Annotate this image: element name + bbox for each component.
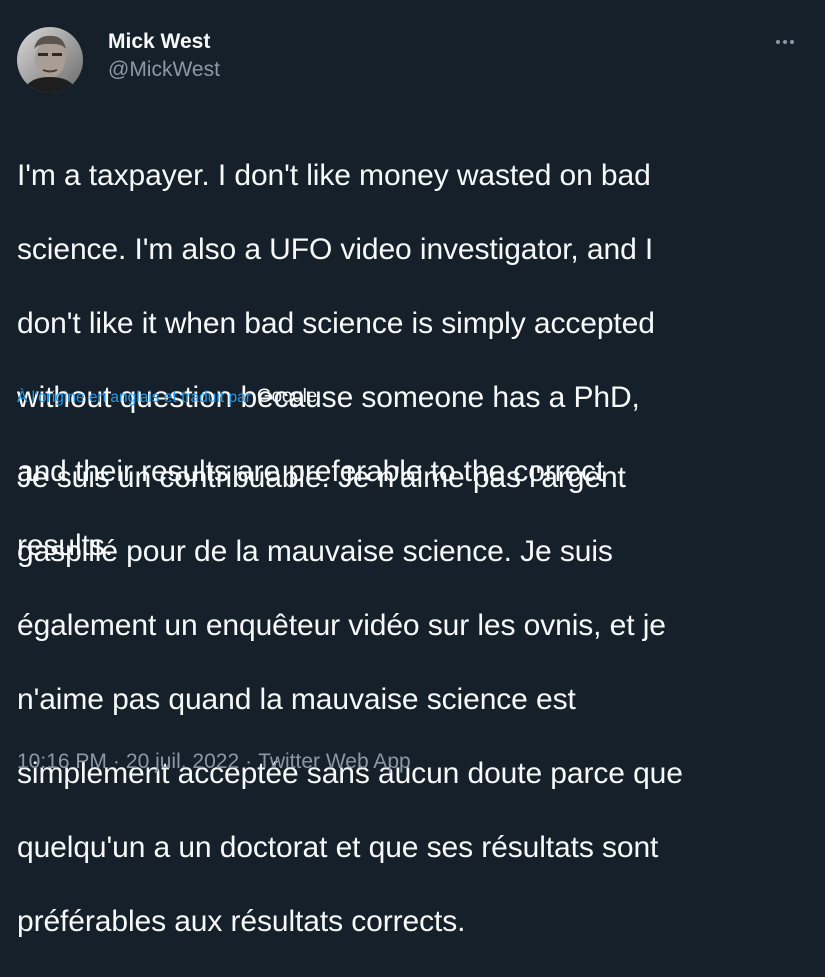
user-avatar-icon [17, 27, 83, 93]
avatar[interactable] [17, 27, 83, 93]
dot [776, 40, 780, 44]
display-name[interactable]: Mick West [108, 29, 220, 55]
tweet-header: Mick West @MickWest [17, 27, 808, 97]
translated-text-line: gaspillé pour de la mauvaise science. Je… [17, 535, 613, 568]
dot [790, 40, 794, 44]
translated-text: Je suis un contribuable. Je n'aime pas l… [17, 422, 812, 977]
dot [783, 40, 787, 44]
translated-text-line: également un enquêteur vidéo sur les ovn… [17, 609, 666, 642]
tweet-date[interactable]: 20 juil. 2022 [126, 750, 239, 774]
translation-attribution[interactable]: À l'origine en anglais et traduit par Go… [17, 386, 317, 408]
meta-separator: · [245, 750, 253, 773]
meta-separator: · [112, 750, 120, 773]
tweet-source[interactable]: Twitter Web App [258, 750, 411, 774]
translation-provider: Google [256, 386, 317, 407]
tweet: Mick West @MickWest I'm a taxpayer. I do… [0, 0, 825, 938]
translated-text-line: Je suis un contribuable. Je n'aime pas l… [17, 461, 626, 494]
tweet-meta: 10:16 PM · 20 juil. 2022 · Twitter Web A… [17, 750, 411, 774]
tweet-text-line: I'm a taxpayer. I don't like money waste… [17, 159, 651, 192]
tweet-time[interactable]: 10:16 PM [17, 750, 107, 774]
translated-text-line: n'aime pas quand la mauvaise science est [17, 683, 576, 716]
tweet-text-line: don't like it when bad science is simply… [17, 307, 655, 340]
user-handle[interactable]: @MickWest [108, 55, 220, 85]
translated-text-line: préférables aux résultats corrects. [17, 905, 466, 938]
author-names: Mick West @MickWest [108, 29, 220, 85]
more-options-icon[interactable] [768, 33, 802, 51]
translated-text-line: quelqu'un a un doctorat et que ses résul… [17, 831, 659, 864]
translation-note[interactable]: À l'origine en anglais et traduit par [17, 389, 251, 407]
tweet-text-line: science. I'm also a UFO video investigat… [17, 233, 654, 266]
